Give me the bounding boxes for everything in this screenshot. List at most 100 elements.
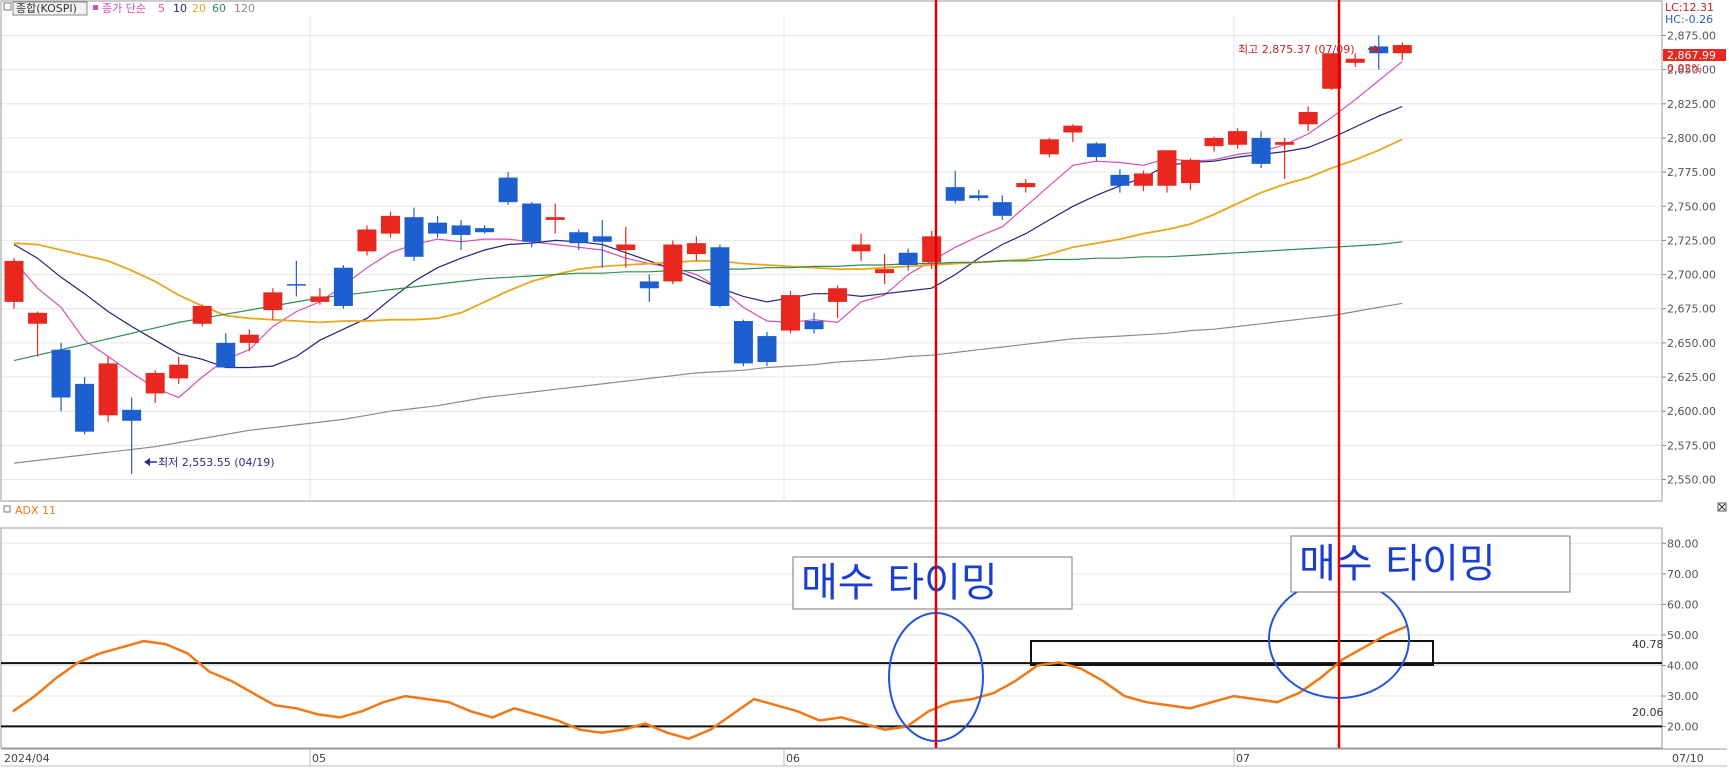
candle-body [757, 336, 777, 363]
price-y-tick-label: 2,800.00 [1667, 132, 1716, 145]
candle [780, 290, 800, 334]
candle-body [145, 372, 165, 394]
candle-body [1251, 137, 1271, 164]
price-y-tick-label: 2,725.00 [1667, 234, 1716, 247]
ma-title: 종가 단순 [102, 2, 146, 15]
x-label-2024-04: 2024/04 [4, 752, 50, 765]
candle-body [357, 229, 377, 252]
adx-y-tick-label: 50.00 [1667, 629, 1699, 642]
candle-body [639, 281, 659, 289]
candle-body [75, 383, 95, 432]
buy-timing-label-1: 매수 타이밍 [801, 560, 998, 606]
candle-body [263, 292, 283, 311]
price-y-tick-label: 2,650.00 [1667, 337, 1716, 350]
candle-body [1204, 137, 1224, 147]
candle-body [710, 247, 730, 306]
x-label-05: 05 [312, 752, 326, 765]
candle-body [1181, 159, 1200, 184]
candle [4, 258, 24, 309]
price-y-tick-label: 2,550.00 [1667, 474, 1716, 487]
x-label-06: 06 [786, 752, 800, 765]
price-y-tick-label: 2,600.00 [1667, 405, 1716, 418]
candle-body [686, 243, 706, 255]
candle-body [828, 288, 848, 302]
candle-body [616, 244, 636, 250]
candle-body [192, 306, 212, 324]
adx-y-tick-label: 60.00 [1667, 598, 1699, 611]
candle-body [1133, 173, 1153, 186]
adx-upper-level-label: 40.78 [1632, 638, 1664, 651]
candle [192, 304, 212, 327]
candle [710, 244, 730, 308]
candle-body [451, 225, 471, 235]
ma-10-legend: 10 [173, 2, 187, 15]
candle-body [1086, 143, 1106, 158]
candle-body [1392, 45, 1412, 54]
candle-body [28, 312, 48, 324]
adx-y-tick-label: 70.00 [1667, 568, 1699, 581]
candle [357, 225, 377, 256]
candle-body [898, 252, 918, 266]
candle-body [51, 349, 71, 398]
ma-5-legend: 5 [158, 2, 165, 15]
candle-body [1110, 174, 1130, 186]
x-label-right: 07/10 [1672, 752, 1704, 765]
price-y-tick-label: 2,575.00 [1667, 439, 1716, 452]
candle-body [98, 363, 118, 416]
candle-body [780, 295, 800, 331]
candle-body [310, 296, 330, 302]
high-annotation: 최고 2,875.37 (07/09) [1238, 43, 1355, 56]
candle-body [1016, 183, 1036, 188]
candle-body [428, 222, 448, 234]
adx-y-tick-label: 30.00 [1667, 690, 1699, 703]
candle-body [875, 269, 895, 274]
candle-body [1228, 131, 1248, 145]
candle [522, 202, 542, 248]
candle-body [1275, 142, 1295, 145]
candle-body [569, 232, 589, 244]
low-annotation: 최저 2,553.55 (04/19) [158, 456, 275, 469]
change-pct-label: 0.02% [1667, 62, 1702, 75]
candle-body [1063, 125, 1083, 133]
candle-body [945, 187, 965, 201]
candle-body [498, 177, 518, 203]
adx-lower-level-label: 20.06 [1632, 706, 1664, 719]
adx-y-tick-label: 80.00 [1667, 537, 1699, 550]
buy-timing-label-2: 매수 타이밍 [1299, 541, 1496, 587]
candle-body [404, 217, 424, 257]
candle-body [545, 217, 565, 220]
chart-window: 종합(KOSPI) 종가 단순 5 10 20 60 120 최고 2,875.… [0, 0, 1729, 767]
current-price-label: 2,867.99 [1667, 49, 1716, 62]
candle [1039, 137, 1059, 158]
candle-body [239, 334, 259, 343]
price-y-tick-label: 2,625.00 [1667, 371, 1716, 384]
adx-header-strip [1, 503, 1727, 525]
candle [333, 265, 353, 309]
x-label-07: 07 [1236, 752, 1250, 765]
candle-body [380, 215, 400, 234]
price-y-tick-label: 2,750.00 [1667, 200, 1716, 213]
candle-body [286, 284, 306, 286]
candle-body [663, 244, 683, 282]
candle-body [1157, 150, 1177, 186]
price-y-tick-label: 2,700.00 [1667, 269, 1716, 282]
candle-body [733, 321, 753, 364]
price-y-tick-label: 2,675.00 [1667, 303, 1716, 316]
candle-body [592, 236, 612, 242]
adx-y-tick-label: 20.00 [1667, 721, 1699, 734]
candle-body [475, 228, 495, 233]
candle [757, 331, 777, 367]
candle [98, 356, 118, 423]
price-y-tick-label: 2,825.00 [1667, 98, 1716, 111]
ma-60-legend: 60 [212, 2, 226, 15]
candle-body [922, 236, 942, 263]
price-y-tick-label: 2,875.00 [1667, 29, 1716, 42]
adx-title: ADX 11 [15, 504, 56, 517]
candle-body [522, 203, 542, 242]
symbol-label: 종합(KOSPI) [16, 2, 77, 15]
candle-body [804, 321, 824, 330]
price-y-tick-label: 2,775.00 [1667, 166, 1716, 179]
hc-label: HC:-0.26 [1665, 13, 1713, 26]
chart-background [0, 0, 1729, 767]
candle-body [851, 244, 871, 252]
